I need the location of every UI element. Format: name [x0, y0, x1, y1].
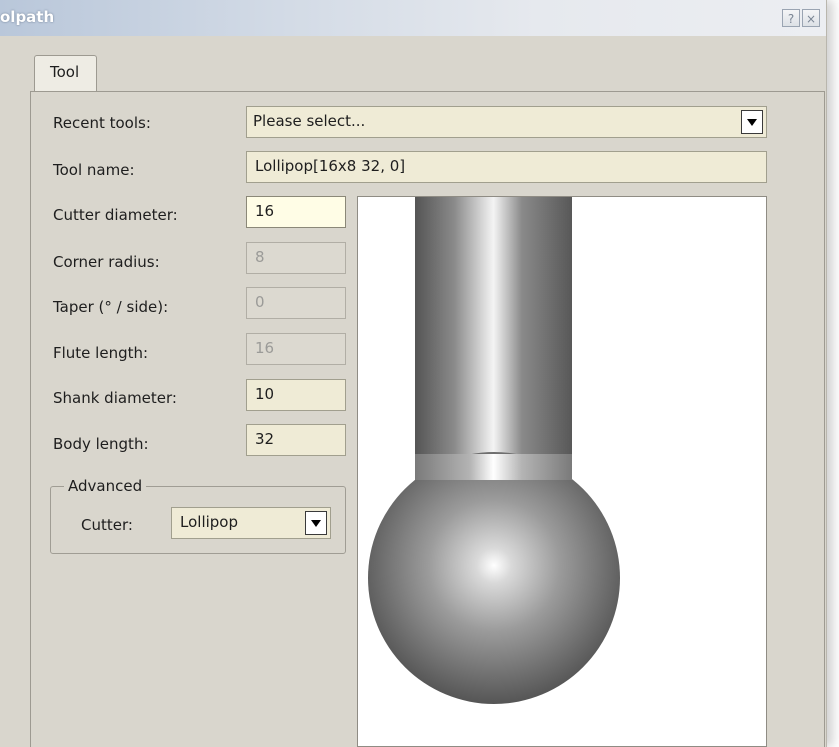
tool-preview — [357, 196, 767, 747]
recent-tools-value: Please select... — [253, 112, 366, 130]
taper-label: Taper (° / side): — [53, 298, 169, 316]
cutter-type-value: Lollipop — [180, 513, 238, 531]
tool-name-field[interactable]: Lollipop[16x8 32, 0] — [246, 151, 767, 183]
taper-value: 0 — [255, 293, 265, 311]
help-button[interactable]: ? — [782, 9, 800, 27]
corner-radius-label: Corner radius: — [53, 253, 160, 271]
title-bar: olpath ? × — [0, 0, 826, 36]
chevron-down-icon[interactable] — [741, 110, 763, 134]
taper-field: 0 — [246, 287, 346, 319]
tool-name-value: Lollipop[16x8 32, 0] — [255, 157, 406, 175]
flute-length-label: Flute length: — [53, 344, 149, 362]
advanced-group-title: Advanced — [64, 477, 147, 495]
shank-diameter-field[interactable]: 10 — [246, 379, 346, 411]
lollipop-tool-icon — [368, 197, 620, 704]
flute-length-field: 16 — [246, 333, 346, 365]
close-button[interactable]: × — [802, 9, 820, 27]
cutter-diameter-field[interactable]: 16 — [246, 196, 346, 228]
cutter-diameter-label: Cutter diameter: — [53, 206, 178, 224]
corner-radius-value: 8 — [255, 248, 265, 266]
body-length-value: 32 — [255, 430, 275, 448]
shank-diameter-value: 10 — [255, 385, 275, 403]
toolpath-dialog: olpath ? × Tool Recent tools: Please sel… — [0, 0, 827, 747]
cutter-type-select[interactable]: Lollipop — [171, 507, 331, 539]
cutter-type-label: Cutter: — [81, 516, 133, 534]
body-length-label: Body length: — [53, 435, 149, 453]
cutter-diameter-value: 16 — [255, 202, 275, 220]
chevron-down-icon[interactable] — [305, 511, 327, 535]
tab-tool-label: Tool — [50, 63, 80, 81]
tool-name-label: Tool name: — [53, 161, 135, 179]
tab-tool[interactable]: Tool — [34, 55, 97, 93]
corner-radius-field: 8 — [246, 242, 346, 274]
recent-tools-select[interactable]: Please select... — [246, 106, 767, 138]
recent-tools-label: Recent tools: — [53, 114, 151, 132]
window-title: olpath — [0, 8, 55, 26]
body-length-field[interactable]: 32 — [246, 424, 346, 456]
flute-length-value: 16 — [255, 339, 275, 357]
shank-diameter-label: Shank diameter: — [53, 389, 177, 407]
